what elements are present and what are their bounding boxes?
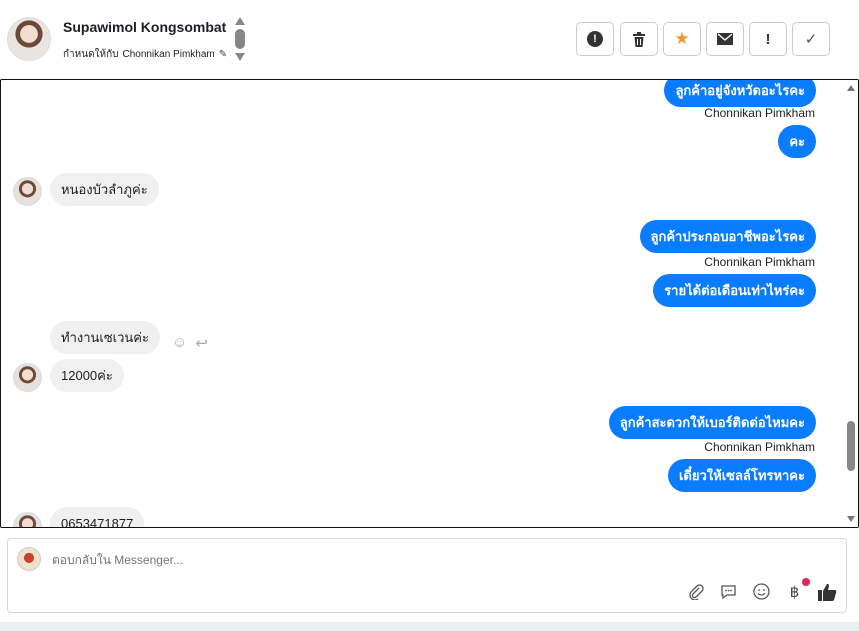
assign-prefix: กำหนดให้กับ bbox=[63, 49, 119, 60]
conversation-header: Supawimol Kongsombat กำหนดให้กับ Chonnik… bbox=[0, 0, 859, 79]
nav-handle[interactable] bbox=[235, 29, 245, 49]
sender-label: Chonnikan Pimkham bbox=[704, 440, 815, 454]
exclamation-circle-icon: ! bbox=[587, 31, 603, 47]
message-outgoing[interactable]: เดี๋ยวให้เซลล์โทรหาคะ bbox=[667, 459, 816, 492]
mail-button[interactable] bbox=[706, 22, 744, 56]
message-outgoing[interactable]: ลูกค้าประกอบอาชีพอะไรคะ bbox=[639, 220, 816, 253]
reply-composer: ฿ bbox=[7, 538, 847, 613]
page-avatar bbox=[17, 547, 41, 571]
message-outgoing[interactable]: ลูกค้าอยู่จังหวัดอะไรคะ bbox=[664, 80, 816, 107]
star-icon: ★ bbox=[674, 29, 690, 48]
contact-name[interactable]: Supawimol Kongsombat bbox=[63, 19, 226, 35]
conversation-nav[interactable] bbox=[233, 17, 247, 63]
exclamation-icon: ! bbox=[765, 30, 771, 48]
thumbs-up-icon[interactable] bbox=[818, 582, 837, 601]
scroll-up-icon[interactable] bbox=[847, 85, 855, 91]
trash-icon bbox=[633, 31, 645, 47]
alert-button[interactable]: ! bbox=[576, 22, 614, 56]
assignment-line: กำหนดให้กับ Chonnikan Pimkham ✎ bbox=[63, 47, 227, 62]
baht-payment-icon[interactable]: ฿ bbox=[785, 578, 810, 601]
composer-toolbar: ฿ bbox=[686, 578, 837, 601]
smiley-icon[interactable]: ☺ bbox=[172, 334, 187, 352]
message-incoming[interactable]: 12000ค่ะ bbox=[50, 359, 124, 392]
star-button[interactable]: ★ bbox=[663, 22, 701, 56]
pencil-icon[interactable]: ✎ bbox=[219, 49, 227, 60]
message-outgoing[interactable]: ลูกค้าสะดวกให้เบอร์ติดต่อไหมคะ bbox=[608, 406, 816, 439]
message-actions: ☺ ↩ bbox=[172, 334, 208, 352]
delete-button[interactable] bbox=[620, 22, 658, 56]
check-icon: ✓ bbox=[804, 31, 818, 48]
message-incoming[interactable]: หนองบัวลำภูค่ะ bbox=[50, 173, 159, 206]
saved-reply-icon[interactable] bbox=[719, 582, 738, 601]
scrollbar[interactable] bbox=[844, 80, 858, 527]
contact-avatar-small bbox=[13, 177, 42, 206]
scroll-down-icon[interactable] bbox=[847, 516, 855, 522]
sender-label: Chonnikan Pimkham bbox=[704, 106, 815, 120]
message-outgoing[interactable]: รายได้ต่อเดือนเท่าไหร่คะ bbox=[653, 274, 816, 307]
sender-label: Chonnikan Pimkham bbox=[704, 255, 815, 269]
contact-avatar-small bbox=[13, 512, 42, 527]
important-button[interactable]: ! bbox=[749, 22, 787, 56]
conversation-pane[interactable]: ลูกค้าอยู่จังหวัดอะไรคะ Chonnikan Pimkha… bbox=[0, 79, 859, 528]
scroll-thumb[interactable] bbox=[847, 421, 855, 471]
contact-avatar[interactable] bbox=[7, 17, 51, 61]
reply-icon[interactable]: ↩ bbox=[195, 334, 208, 352]
message-incoming[interactable]: 0653471877 bbox=[50, 507, 145, 527]
notification-dot bbox=[802, 578, 810, 586]
envelope-icon bbox=[717, 33, 733, 45]
reply-input[interactable] bbox=[52, 553, 552, 567]
emoji-icon[interactable] bbox=[752, 582, 771, 601]
attachment-icon[interactable] bbox=[686, 582, 705, 601]
arrow-up-icon[interactable] bbox=[235, 17, 245, 25]
done-button[interactable]: ✓ bbox=[792, 22, 830, 56]
contact-avatar-small bbox=[13, 363, 42, 392]
arrow-down-icon[interactable] bbox=[235, 53, 245, 61]
message-incoming[interactable]: ทำงานเซเวนค่ะ bbox=[50, 321, 160, 354]
assignee-name: Chonnikan Pimkham bbox=[122, 49, 215, 60]
footer-strip bbox=[0, 622, 859, 631]
message-outgoing[interactable]: คะ bbox=[778, 125, 816, 158]
